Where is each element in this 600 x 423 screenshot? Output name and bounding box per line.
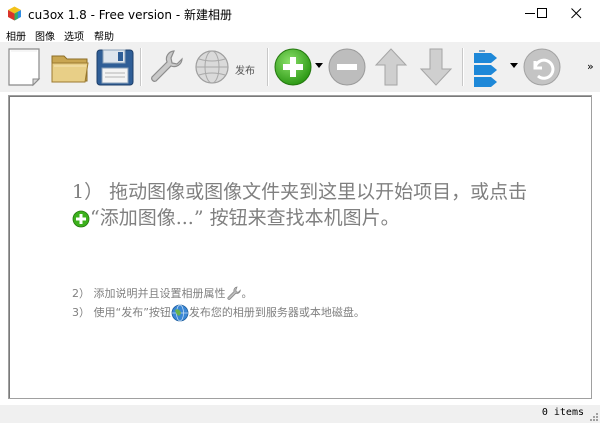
save-album-button[interactable] [95, 46, 135, 88]
wrench-icon [226, 286, 241, 300]
open-album-button[interactable] [49, 46, 91, 88]
undo-button[interactable] [522, 46, 562, 88]
sort-arrows-icon [474, 50, 497, 87]
folder-icon [51, 55, 89, 83]
hint-step2-text-a: 2） 添加说明并且设置相册属性 [72, 287, 226, 300]
close-icon [571, 8, 582, 19]
album-properties-button[interactable] [146, 46, 186, 88]
menu-help[interactable]: 帮助 [94, 28, 114, 43]
hint-step1-text-a: 1） 拖动图像或图像文件夹到这里以开始项目，或点击 [72, 181, 528, 203]
sort-button[interactable] [469, 46, 505, 88]
green-plus-icon [72, 210, 90, 228]
move-down-button[interactable] [418, 46, 454, 88]
down-arrow-icon [419, 48, 453, 86]
menu-options[interactable]: 选项 [64, 28, 84, 43]
publish-label[interactable]: 发布 [235, 62, 255, 77]
sort-dropdown-arrow[interactable] [510, 63, 518, 68]
hint-step1-text-b: “添加图像...” 按钮来查找本机图片。 [90, 207, 400, 229]
add-image-button[interactable] [273, 46, 313, 88]
menu-bar: 相册 图像 选项 帮助 [0, 27, 600, 43]
toolbar: 发布 » [0, 42, 600, 92]
globe-icon [171, 304, 189, 322]
hint-step3-text-b: 发布您的相册到服务器或本地磁盘。 [188, 306, 365, 319]
items-count: 0 items [541, 407, 584, 418]
menu-album[interactable]: 相册 [6, 28, 26, 43]
toolbar-overflow-chevron[interactable]: » [587, 60, 594, 73]
hint-step2-text-b: 。 [241, 287, 253, 300]
drag-drop-hint: 1） 拖动图像或图像文件夹到这里以开始项目，或点击 “添加图像...” 按钮来查找… [72, 179, 542, 231]
up-arrow-icon [374, 48, 408, 86]
undo-icon [523, 48, 561, 86]
app-cube-icon [8, 6, 21, 21]
album-drop-area[interactable]: 1） 拖动图像或图像文件夹到这里以开始项目，或点击 “添加图像...” 按钮来查找… [8, 95, 592, 399]
status-bar: 0 items [0, 405, 600, 423]
new-album-button[interactable] [6, 46, 42, 88]
floppy-disk-icon [96, 49, 134, 86]
maximize-icon [537, 8, 547, 18]
add-image-dropdown-arrow[interactable] [315, 63, 323, 68]
wrench-icon [151, 50, 183, 82]
hint-step3: 3） 使用“发布”按钮 发布您的相册到服务器或本地磁盘。 [72, 304, 365, 322]
gray-minus-icon [328, 48, 366, 86]
move-up-button[interactable] [373, 46, 409, 88]
hint-step2: 2） 添加说明并且设置相册属性 。 [72, 285, 253, 302]
hint-step3-text-a: 3） 使用“发布”按钮 [72, 306, 171, 319]
globe-icon [195, 50, 229, 84]
title-bar: cu3ox 1.8 - Free version - 新建相册 [0, 0, 600, 27]
window-title: cu3ox 1.8 - Free version - 新建相册 [28, 8, 232, 22]
toolbar-separator [267, 48, 269, 86]
green-plus-icon [274, 48, 312, 86]
toolbar-separator [462, 48, 464, 86]
blank-page-icon [8, 48, 41, 87]
resize-grip-icon[interactable] [588, 411, 599, 422]
close-button[interactable] [554, 0, 600, 27]
menu-image[interactable]: 图像 [35, 28, 55, 43]
publish-button[interactable] [192, 46, 232, 88]
toolbar-separator [140, 48, 142, 86]
remove-image-button[interactable] [327, 46, 367, 88]
